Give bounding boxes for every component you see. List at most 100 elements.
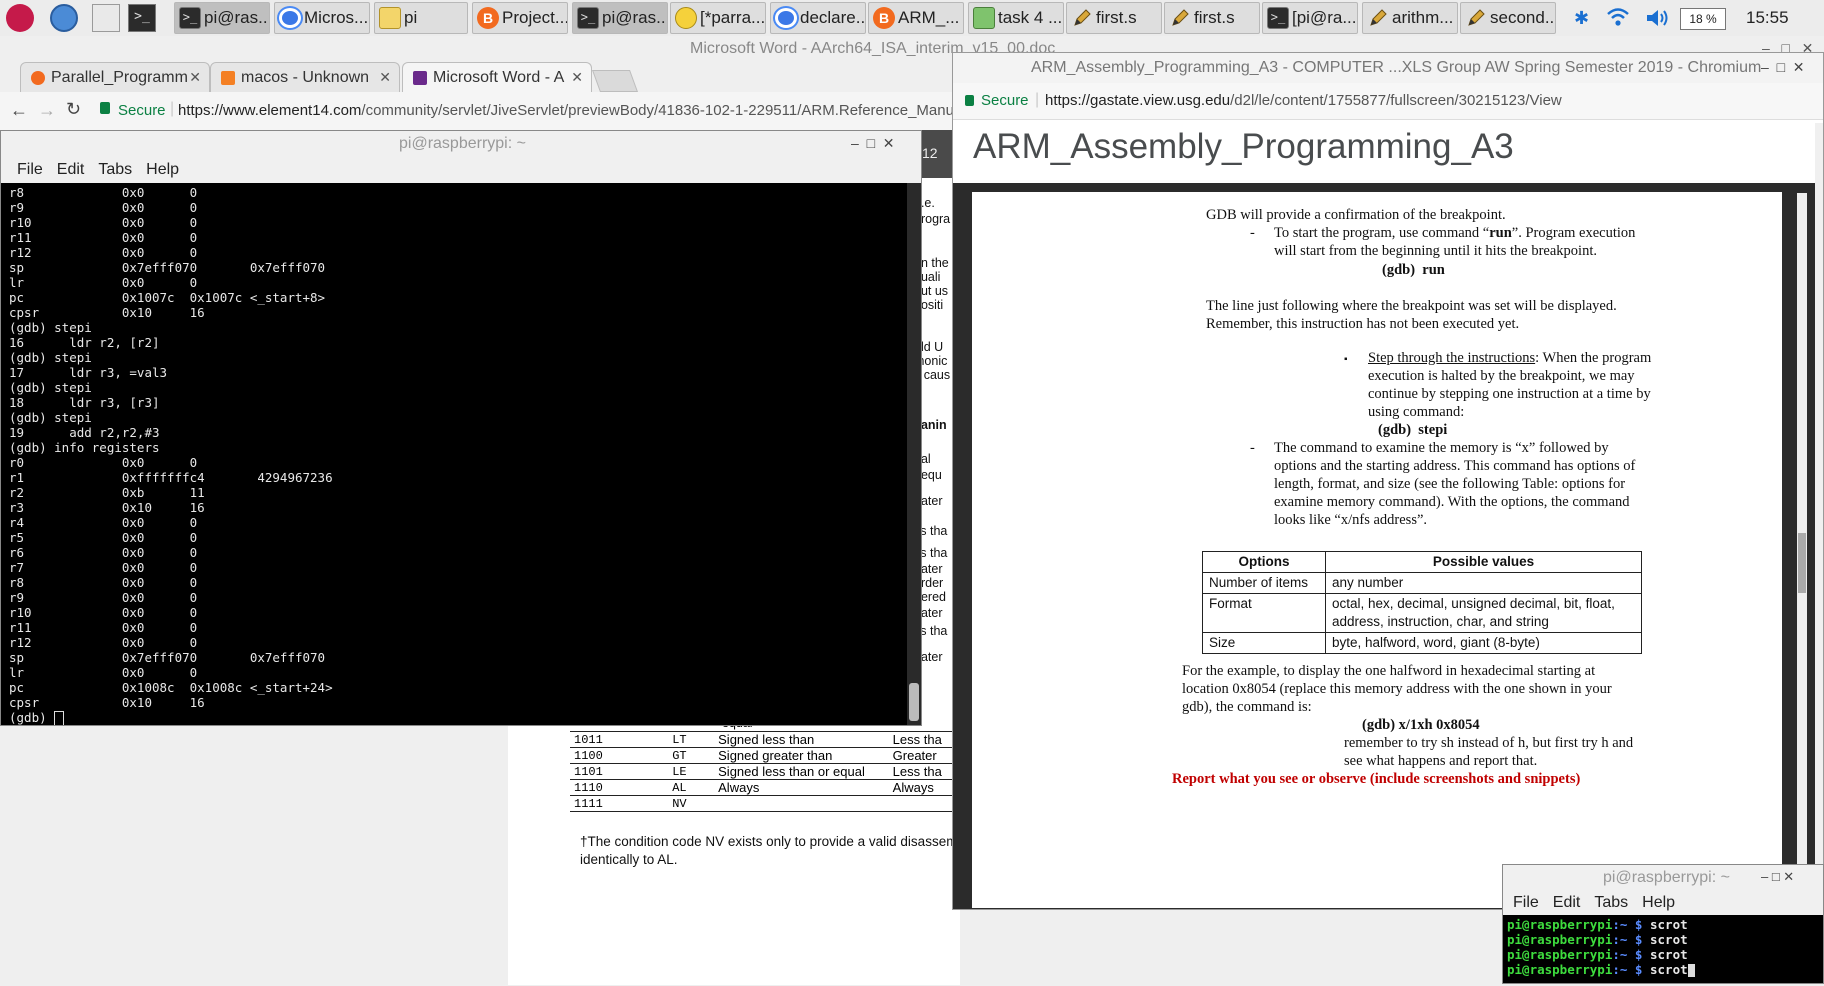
taskbar-task[interactable]: B ARM_... — [868, 2, 964, 34]
menu-edit[interactable]: Edit — [1553, 894, 1581, 911]
scrollbar-thumb[interactable] — [909, 683, 919, 721]
taskbar-task[interactable]: [*parra... — [670, 2, 766, 34]
prompt-path: :~ $ — [1612, 932, 1643, 947]
cc-cell-other: Always — [888, 779, 960, 796]
raspberry-menu-icon[interactable] — [6, 4, 34, 32]
tab-macos-unknown[interactable]: macos - Unknown ✕ — [210, 62, 400, 92]
clock[interactable]: 15:55 — [1746, 8, 1789, 28]
task-label: second... — [1490, 8, 1556, 27]
terminal-icon: >_ — [577, 7, 599, 29]
table-row: Format octal, hex, decimal, unsigned dec… — [1202, 593, 1642, 633]
tab-microsoft-word[interactable]: Microsoft Word - A ✕ — [402, 62, 592, 92]
task-label: arithm... — [1392, 8, 1454, 27]
prompt-user: pi@raspberrypi — [1507, 947, 1613, 962]
cc-cell-meaning: Signed less than or equal — [714, 763, 889, 780]
terminal-line: (gdb) — [9, 710, 899, 725]
battery-indicator[interactable]: 18 % — [1680, 8, 1726, 30]
menu-help[interactable]: Help — [1642, 894, 1675, 911]
wifi-icon[interactable] — [1606, 6, 1630, 28]
taskbar-task[interactable]: pi — [374, 2, 468, 34]
back-arrow-icon[interactable]: ← — [10, 100, 28, 121]
front-url-field[interactable]: https://gastate.view.usg.edu/d2l/le/cont… — [1045, 92, 1562, 109]
small-terminal-controls[interactable]: – □ ✕ — [1761, 869, 1794, 885]
cc-cell-mnemonic: LE — [644, 763, 715, 780]
terminal-titlebar: pi@raspberrypi: ~ – □ ✕ — [1, 131, 921, 158]
url-path: /d2l/le/content/1755877/fullscreen/30215… — [1230, 92, 1562, 109]
taskbar-task[interactable]: declare... — [770, 2, 866, 34]
taskbar-task[interactable]: first.s — [1066, 2, 1162, 34]
task-label: task 4 ... — [998, 8, 1063, 27]
url-host: https://www.element14.com — [178, 102, 362, 119]
taskbar-task[interactable]: first.s — [1164, 2, 1260, 34]
page-scrollbar[interactable] — [1815, 123, 1823, 909]
terminal-line: r12 0x0 0 — [9, 635, 198, 650]
options-table: Options Possible values Number of items … — [1202, 551, 1642, 654]
tab-label: Microsoft Word - A — [433, 68, 565, 86]
new-tab-button[interactable] — [591, 70, 639, 92]
forward-arrow-icon[interactable]: → — [38, 100, 56, 121]
taskbar-task[interactable]: B Project... — [472, 2, 568, 34]
terminal-line: 18 ldr r3, [r3] — [9, 395, 160, 410]
menu-edit[interactable]: Edit — [57, 161, 85, 178]
pdf-scrollbar-thumb[interactable] — [1798, 533, 1806, 593]
terminal-window-controls[interactable]: – □ ✕ — [851, 135, 895, 152]
page-number: 12 — [922, 145, 938, 161]
lock-icon — [100, 102, 110, 114]
prompt-user: pi@raspberrypi — [1507, 932, 1613, 947]
taskbar-task[interactable]: task 4 ... — [968, 2, 1064, 34]
cc-cell-other: Less tha — [888, 732, 960, 748]
menu-tabs[interactable]: Tabs — [98, 161, 132, 178]
terminal-line: 19 add r2,r2,#3 — [9, 425, 160, 440]
table-row: 1100 GT Signed greater than Greater — [570, 747, 960, 764]
taskbar-task[interactable]: second... — [1460, 2, 1556, 34]
pdf-scrollbar[interactable] — [1797, 193, 1807, 907]
tab-label: Parallel_Programm — [51, 68, 188, 86]
cc-cell-mnemonic: NV — [644, 795, 715, 812]
small-terminal-window: pi@raspberrypi: ~ – □ ✕ File Edit Tabs Help… — [1502, 864, 1824, 984]
close-icon[interactable]: ✕ — [571, 69, 583, 86]
chromium-window-controls[interactable]: – □ ✕ — [1761, 59, 1805, 76]
menu-file[interactable]: File — [17, 161, 43, 178]
bluetooth-icon[interactable]: ✱ — [1574, 8, 1589, 29]
terminal-output[interactable]: r8 0x0 0 r9 0x0 0 r10 0x0 0 r11 0x0 0 r12 0x… — [9, 185, 899, 725]
menu-help[interactable]: Help — [146, 161, 179, 178]
task-label: ARM_... — [898, 8, 960, 27]
back-url-field[interactable]: https://www.element14.com/community/serv… — [178, 102, 958, 119]
cc-cell-meaning — [714, 795, 889, 812]
tab-parallel-programming[interactable]: Parallel_Programm ✕ — [20, 62, 210, 92]
table-row: 1110 AL Always Always — [570, 779, 960, 796]
taskbar-task[interactable]: >_ [pi@ra... — [1262, 2, 1358, 34]
file-manager-icon[interactable] — [92, 4, 120, 32]
menu-tabs[interactable]: Tabs — [1594, 894, 1628, 911]
reload-icon[interactable]: ↻ — [66, 99, 81, 120]
taskbar-task[interactable]: >_ pi@ras... — [174, 2, 270, 34]
report-instruction: Report what you see or observe (include … — [1172, 771, 1581, 787]
command-text: scrot — [1650, 947, 1688, 962]
task-label: pi — [404, 8, 418, 27]
terminal-launcher-icon[interactable]: >_ — [128, 4, 156, 32]
task-label: first.s — [1194, 8, 1235, 27]
terminal-line: r4 0x0 0 — [9, 515, 198, 530]
taskbar-task[interactable]: >_ pi@ras... — [572, 2, 668, 34]
cc-cell-other: Less tha — [888, 763, 960, 780]
doc-p1: GDB will provide a confirmation of the b… — [1206, 207, 1506, 223]
terminal-line: pc 0x1008c 0x1008c <_start+24> — [9, 680, 333, 695]
terminal-title: pi@raspberrypi: ~ — [399, 135, 526, 152]
web-browser-icon[interactable] — [50, 4, 78, 32]
close-icon[interactable]: ✕ — [379, 69, 391, 86]
close-icon[interactable]: ✕ — [189, 69, 201, 86]
taskbar-task[interactable]: arithm... — [1362, 2, 1458, 34]
cc-cell-code: 1100 — [570, 747, 645, 764]
taskbar-task[interactable]: Micros... — [274, 2, 370, 34]
terminal-scrollbar[interactable] — [907, 183, 921, 725]
volume-icon[interactable] — [1644, 7, 1670, 29]
brave-icon — [31, 70, 45, 85]
terminal-line: 17 ldr r3, =val3 — [9, 365, 168, 380]
menu-file[interactable]: File — [1513, 894, 1539, 911]
terminal-line: r6 0x0 0 — [9, 545, 198, 560]
element14-icon — [413, 70, 427, 85]
brave-icon: B — [477, 7, 499, 29]
cmd-x: (gdb) x/1xh 0x8054 — [1362, 717, 1480, 733]
small-terminal-output[interactable]: pi@raspberrypi:~ $ scrot pi@raspberrypi:~… — [1507, 917, 1807, 983]
cmd-run: (gdb) run — [1382, 262, 1445, 278]
